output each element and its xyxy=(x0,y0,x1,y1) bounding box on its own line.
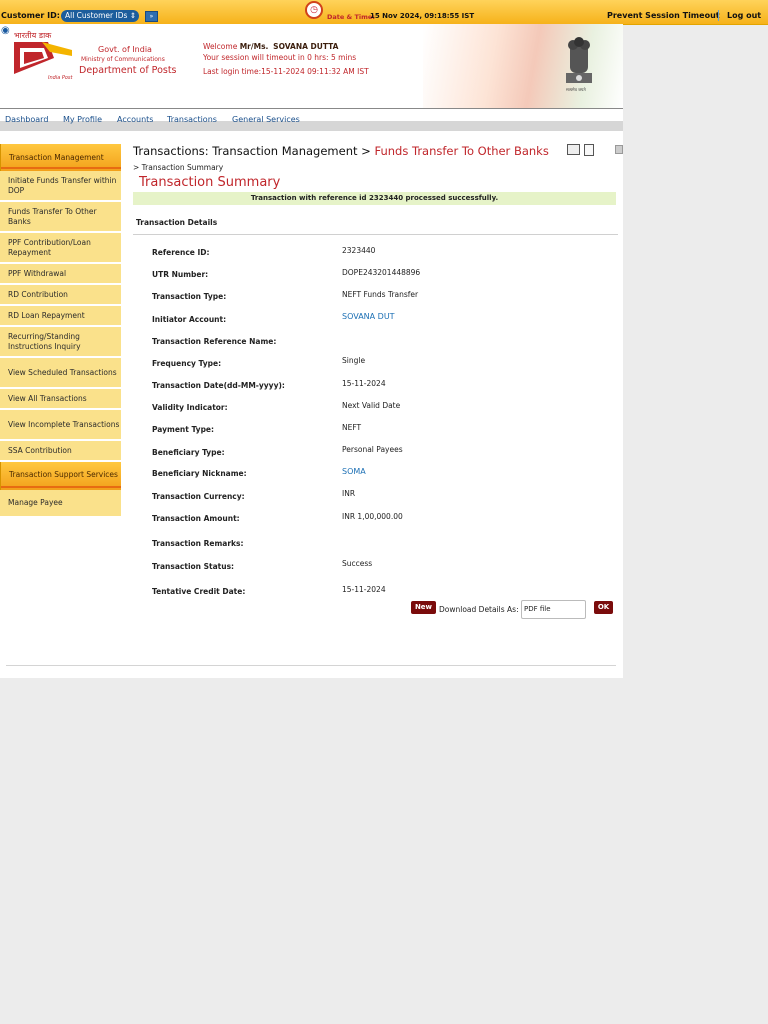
last-login-text: Last login time:15-11-2024 09:11:32 AM I… xyxy=(203,67,369,76)
datetime-value: 15 Nov 2024, 09:18:55 IST xyxy=(370,12,475,20)
field-label: Transaction Date(dd-MM-yyyy): xyxy=(152,381,285,390)
field-value: NEFT Funds Transfer xyxy=(342,290,419,299)
datetime-label: Date & Time: xyxy=(327,13,375,21)
national-emblem-icon xyxy=(566,37,592,83)
field-value: Single xyxy=(342,356,366,365)
nav-dashboard[interactable]: Dashboard xyxy=(5,115,48,124)
clock-icon: ◷ xyxy=(305,1,323,19)
field-label: Tentative Credit Date: xyxy=(152,587,246,596)
welcome-text: Welcome Mr/Ms. SOVANA DUTTA xyxy=(203,42,338,51)
field-label: Transaction Status: xyxy=(152,562,235,571)
field-label: UTR Number: xyxy=(152,270,209,279)
field-label: Transaction Amount: xyxy=(152,514,240,523)
field-label: Beneficiary Nickname: xyxy=(152,469,247,478)
top-bar: Customer ID: All Customer IDs ⇕ » ◷ Date… xyxy=(0,0,768,25)
field-label: Transaction Remarks: xyxy=(152,539,244,548)
section-heading: Transaction Details xyxy=(136,218,218,227)
sidebar-section-transaction-management[interactable]: Transaction Management xyxy=(0,144,121,171)
sidebar-item-ssa-contribution[interactable]: SSA Contribution xyxy=(0,441,121,462)
go-icon[interactable]: » xyxy=(145,11,158,22)
field-value: NEFT xyxy=(342,423,362,432)
field-value: DOPE243201448896 xyxy=(342,268,421,277)
save-page-icon[interactable] xyxy=(584,144,594,156)
field-value: 15-11-2024 xyxy=(342,585,386,594)
sidebar-item-manage-payee[interactable]: Manage Payee xyxy=(0,490,121,518)
print-icon[interactable] xyxy=(567,144,580,155)
breadcrumb-current: > Transaction Summary xyxy=(133,163,224,172)
main-nav: Dashboard My Profile Accounts Transactio… xyxy=(0,109,623,130)
sidebar-item-all-transactions[interactable]: View All Transactions xyxy=(0,389,121,410)
sidebar-section-transaction-support[interactable]: Transaction Support Services xyxy=(0,462,121,490)
success-message: Transaction with reference id 2323440 pr… xyxy=(133,192,616,205)
sidebar-item-initiate-funds-transfer[interactable]: Initiate Funds Transfer within DOP xyxy=(0,171,121,202)
field-value: 15-11-2024 xyxy=(342,379,386,388)
prevent-session-timeout-link[interactable]: Prevent Session Timeout xyxy=(607,11,720,20)
welcome-prefix: Welcome xyxy=(203,42,238,51)
beneficiary-nickname-link[interactable]: SOMA xyxy=(342,467,366,476)
field-label: Transaction Reference Name: xyxy=(152,337,277,346)
customer-id-select[interactable]: All Customer IDs ⇕ xyxy=(61,10,139,22)
field-value: Personal Payees xyxy=(342,445,403,454)
breadcrumb-transactions[interactable]: Transactions: Transaction Management > xyxy=(133,144,371,158)
user-name: SOVANA DUTTA xyxy=(273,42,339,51)
header: ◉ भारतीय डाक India Post Govt. of India M… xyxy=(0,24,623,108)
nav-accounts[interactable]: Accounts xyxy=(117,115,153,124)
globe-icon: ◉ xyxy=(1,25,10,36)
india-post-caption: India Post xyxy=(48,75,73,81)
divider xyxy=(133,234,618,235)
divider xyxy=(718,10,719,21)
department-of-posts-text: Department of Posts xyxy=(79,65,177,76)
field-label: Frequency Type: xyxy=(152,359,222,368)
field-value: Next Valid Date xyxy=(342,401,401,410)
scroll-button[interactable] xyxy=(615,145,623,154)
status-value: Success xyxy=(342,559,373,568)
field-label: Reference ID: xyxy=(152,248,210,257)
session-timeout-text: Your session will timeout in 0 hrs: 5 mi… xyxy=(203,53,357,62)
nav-transactions[interactable]: Transactions xyxy=(167,115,217,124)
nav-my-profile[interactable]: My Profile xyxy=(63,115,102,124)
sidebar-item-funds-transfer-other-banks[interactable]: Funds Transfer To Other Banks xyxy=(0,202,121,233)
field-value: INR xyxy=(342,489,356,498)
breadcrumb-funds-transfer[interactable]: Funds Transfer To Other Banks xyxy=(374,144,548,158)
sidebar-item-incomplete-transactions[interactable]: View Incomplete Transactions xyxy=(0,410,121,441)
india-post-logo-icon xyxy=(14,42,72,74)
customer-id-label: Customer ID: xyxy=(1,11,60,20)
initiator-account-link[interactable]: SOVANA DUT xyxy=(342,312,395,321)
ministry-text: Ministry of Communications xyxy=(81,56,165,63)
sidebar-item-standing-instructions[interactable]: Recurring/Standing Instructions Inquiry xyxy=(0,327,121,358)
download-label: Download Details As: xyxy=(439,605,519,614)
sidebar: Transaction Management Initiate Funds Tr… xyxy=(0,144,121,520)
breadcrumb: Transactions: Transaction Management > F… xyxy=(133,144,553,175)
sidebar-item-rd-contribution[interactable]: RD Contribution xyxy=(0,285,121,306)
field-label: Beneficiary Type: xyxy=(152,448,225,457)
sidebar-item-scheduled-transactions[interactable]: View Scheduled Transactions xyxy=(0,358,121,389)
sidebar-item-ppf-withdrawal[interactable]: PPF Withdrawal xyxy=(0,264,121,285)
logout-link[interactable]: Log out xyxy=(727,11,761,20)
govt-of-india-text: Govt. of India xyxy=(98,45,152,54)
field-value: 2323440 xyxy=(342,246,376,255)
new-button[interactable]: New xyxy=(411,601,436,614)
page-title: Transaction Summary xyxy=(139,175,281,190)
sidebar-item-rd-loan-repayment[interactable]: RD Loan Repayment xyxy=(0,306,121,327)
customer-id-select-value: All Customer IDs xyxy=(65,11,128,20)
field-value: INR 1,00,000.00 xyxy=(342,512,403,521)
field-label: Transaction Currency: xyxy=(152,492,245,501)
field-label: Payment Type: xyxy=(152,425,215,434)
nav-general-services[interactable]: General Services xyxy=(232,115,300,124)
field-label: Transaction Type: xyxy=(152,292,227,301)
sidebar-item-ppf-contribution[interactable]: PPF Contribution/Loan Repayment xyxy=(0,233,121,264)
salutation: Mr/Ms. xyxy=(239,42,269,51)
field-label: Validity Indicator: xyxy=(152,403,228,412)
download-format-select[interactable]: PDF file xyxy=(521,600,586,619)
ok-button[interactable]: OK xyxy=(594,601,613,614)
footer-divider xyxy=(6,665,616,666)
field-label: Initiator Account: xyxy=(152,315,227,324)
emblem-motto: सत्यमेव जयते xyxy=(566,87,586,92)
